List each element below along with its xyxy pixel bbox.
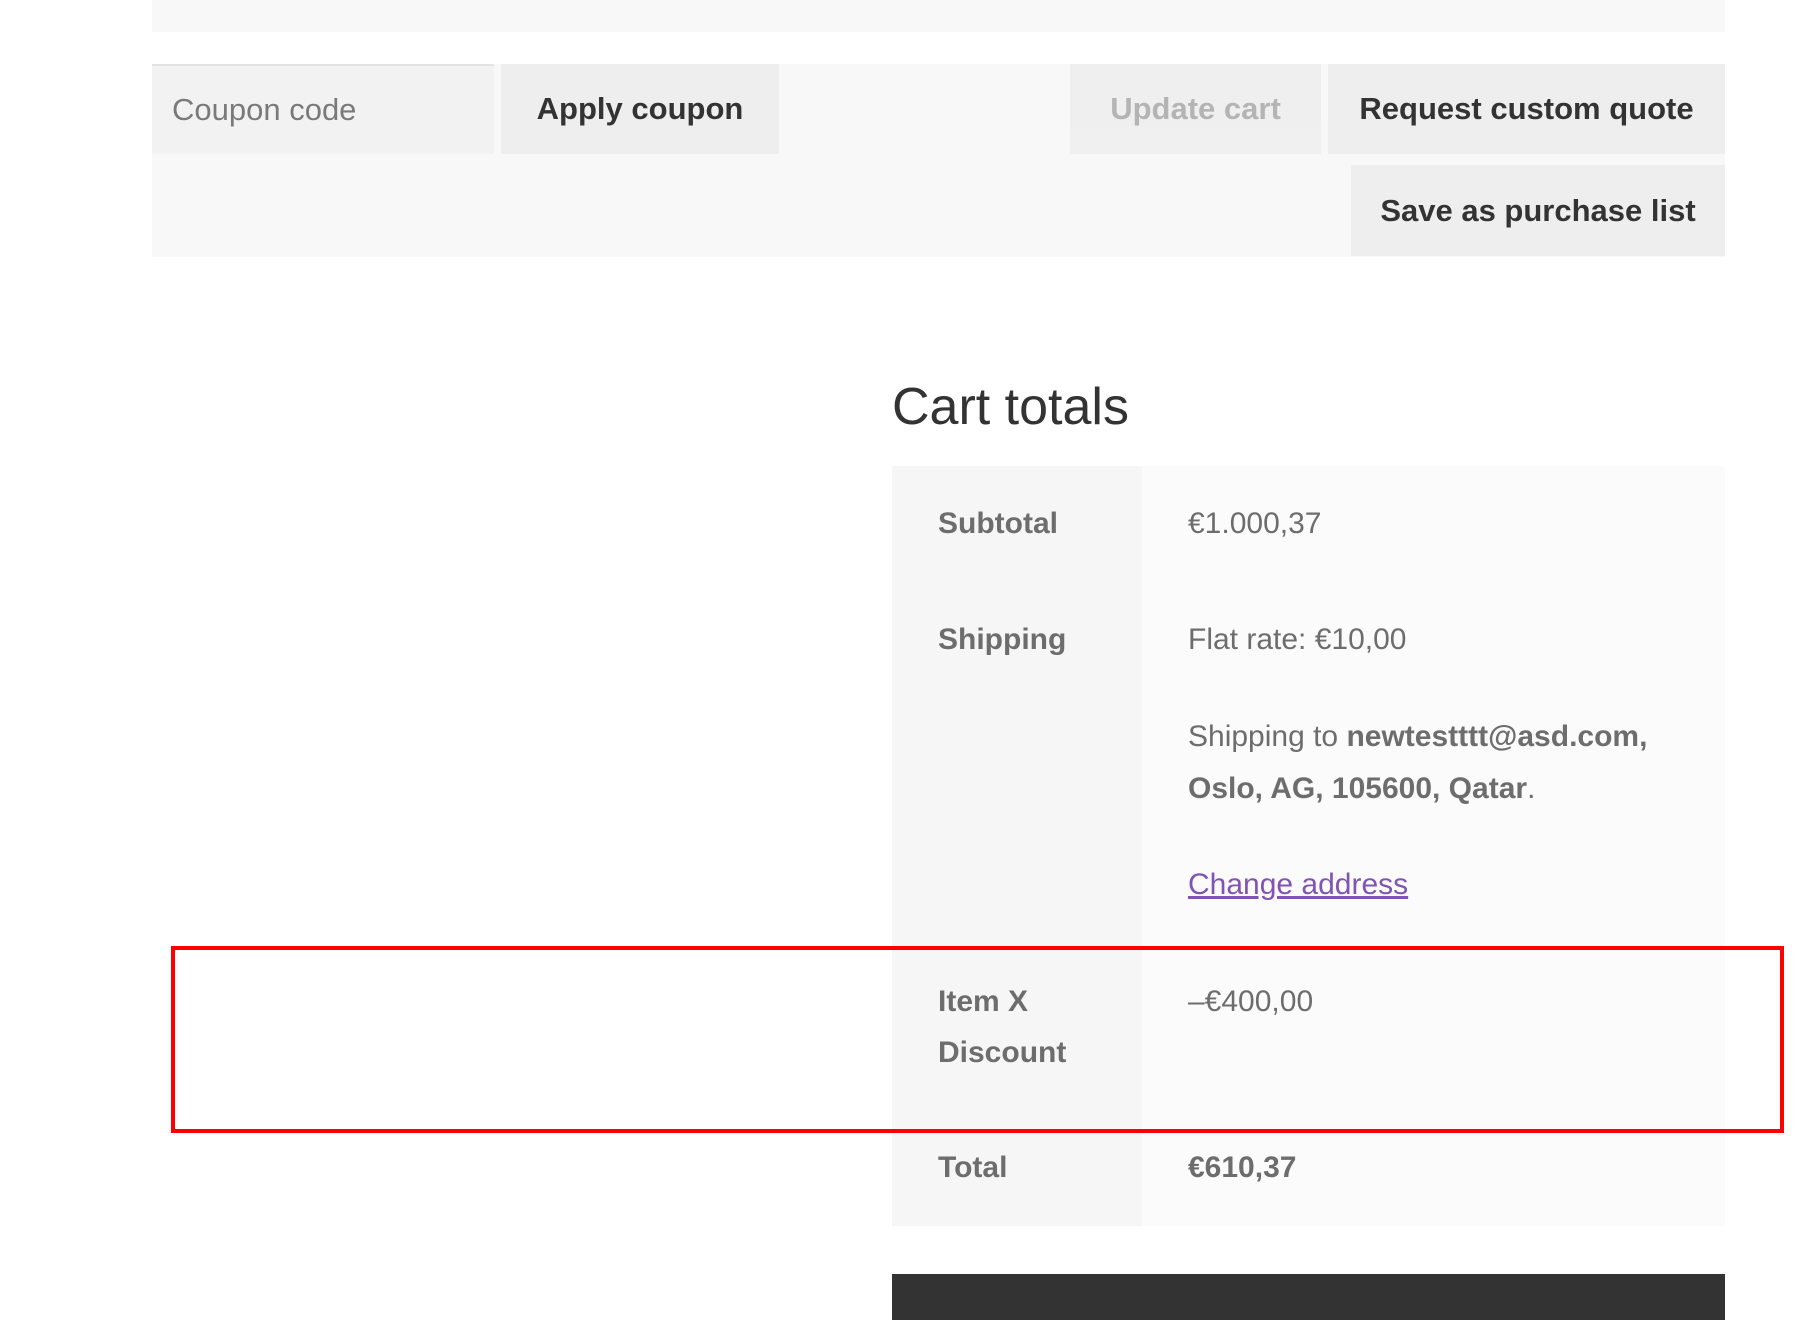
request-custom-quote-button[interactable]: Request custom quote <box>1328 64 1725 154</box>
total-value: €610,37 <box>1188 1151 1297 1184</box>
subtotal-label: Subtotal <box>938 507 1058 540</box>
cart-table-bottom <box>152 0 1725 32</box>
discount-highlight-box <box>171 946 1784 1133</box>
update-cart-button[interactable]: Update cart <box>1070 64 1321 154</box>
change-address-link[interactable]: Change address <box>1188 859 1408 910</box>
save-as-purchase-list-button[interactable]: Save as purchase list <box>1351 165 1725 256</box>
subtotal-value: €1.000,37 <box>1188 507 1322 540</box>
coupon-code-input[interactable] <box>152 64 494 154</box>
cart-totals-heading: Cart totals <box>892 378 1129 436</box>
shipping-destination-prefix: Shipping to <box>1188 720 1347 753</box>
apply-coupon-button[interactable]: Apply coupon <box>501 64 779 154</box>
proceed-to-checkout-button[interactable] <box>892 1274 1725 1320</box>
shipping-label: Shipping <box>938 623 1067 656</box>
shipping-method-value: Flat rate: €10,00 <box>1188 623 1407 656</box>
shipping-destination-suffix: . <box>1527 772 1536 805</box>
total-label: Total <box>938 1151 1008 1184</box>
shipping-destination: Shipping to newtestttt@asd.com, Oslo, AG… <box>1188 711 1688 815</box>
